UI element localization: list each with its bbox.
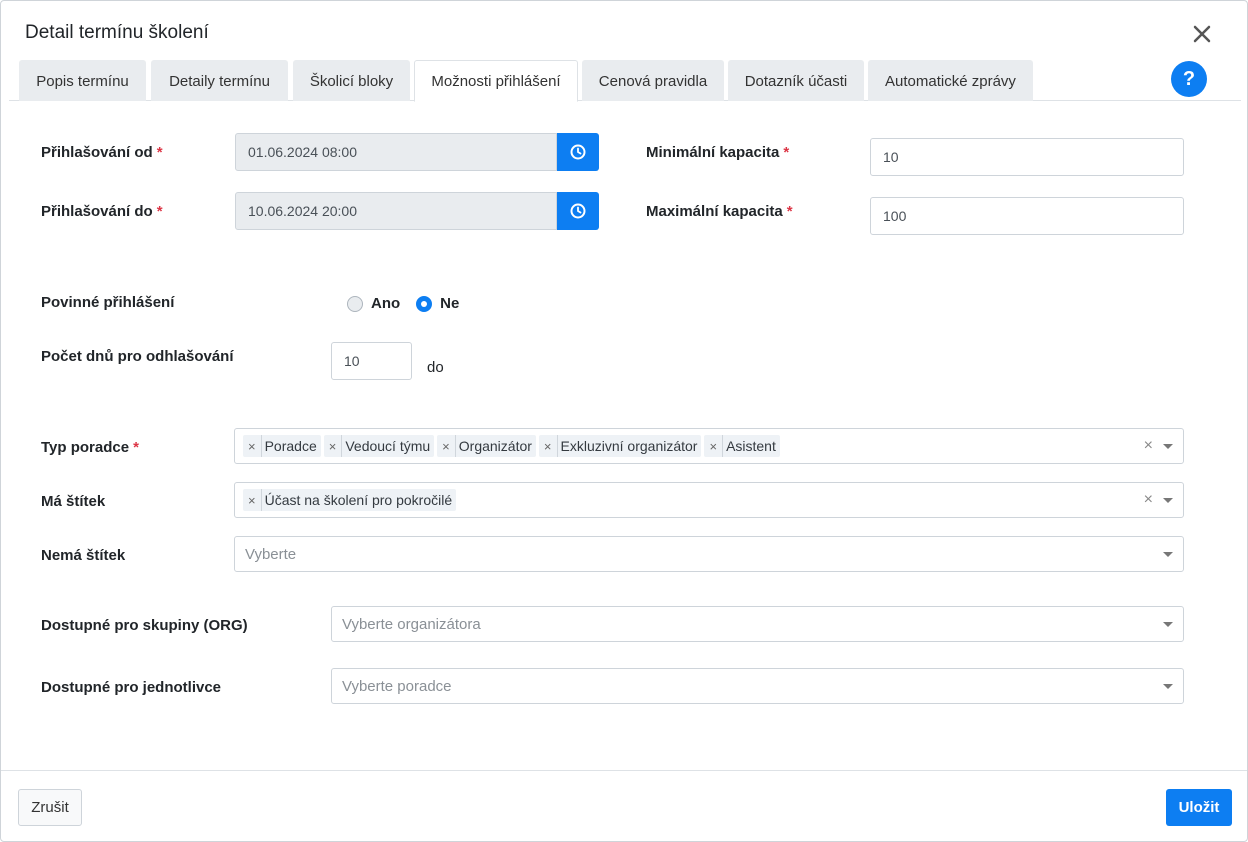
tag-chip: × Organizátor bbox=[437, 435, 536, 457]
required-mark: * bbox=[783, 144, 790, 161]
registration-from-label: Přihlašování od * bbox=[41, 144, 163, 161]
clock-icon bbox=[570, 203, 586, 219]
tag-label: Organizátor bbox=[458, 438, 532, 454]
unregister-days-label: Počet dnů pro odhlašování bbox=[41, 348, 234, 365]
has-tag-label: Má štítek bbox=[41, 493, 106, 510]
has-tag-select[interactable]: × Účast na školení pro pokročilé × bbox=[234, 482, 1184, 518]
tab-popis-terminu[interactable]: Popis termínu bbox=[19, 60, 146, 101]
individuals-select[interactable]: Vyberte poradce bbox=[331, 668, 1184, 704]
radio-ne-label: Ne bbox=[440, 295, 460, 312]
radio-ano[interactable] bbox=[347, 295, 363, 312]
tag-label: Vedoucí týmu bbox=[345, 438, 431, 454]
no-tag-label: Nemá štítek bbox=[41, 547, 126, 564]
advisor-type-label-text: Typ poradce bbox=[41, 439, 130, 456]
save-button[interactable]: Uložit bbox=[1166, 789, 1232, 826]
tab-dotaznik-ucasti[interactable]: Dotazník účasti bbox=[728, 60, 864, 101]
tag-chip: × Účast na školení pro pokročilé bbox=[243, 489, 457, 511]
mandatory-registration-radio-group: Ano Ne bbox=[347, 295, 475, 312]
tag-chip: × Exkluzivní organizátor bbox=[538, 435, 702, 457]
close-icon[interactable] bbox=[1188, 20, 1216, 48]
tag-remove-icon[interactable]: × bbox=[539, 435, 558, 457]
advisor-type-label: Typ poradce * bbox=[41, 439, 139, 456]
radio-ne[interactable] bbox=[416, 295, 433, 312]
clear-icon[interactable]: × bbox=[1144, 437, 1153, 455]
tag-remove-icon[interactable]: × bbox=[437, 435, 456, 457]
registration-to-clock-button[interactable] bbox=[557, 192, 599, 230]
tab-moznosti-prihlaseni[interactable]: Možnosti přihlášení bbox=[414, 60, 578, 102]
tab-cenova-pravidla[interactable]: Cenová pravidla bbox=[582, 60, 724, 101]
radio-option-ne[interactable]: Ne bbox=[416, 295, 459, 312]
min-capacity-input[interactable]: 10 bbox=[870, 138, 1184, 176]
unregister-days-input[interactable]: 10 bbox=[331, 342, 412, 380]
no-tag-placeholder: Vyberte bbox=[245, 545, 297, 563]
clear-icon[interactable]: × bbox=[1144, 491, 1153, 509]
no-tag-select[interactable]: Vyberte bbox=[234, 536, 1184, 572]
required-mark: * bbox=[786, 203, 793, 220]
registration-to-input[interactable]: 10.06.2024 20:00 bbox=[235, 192, 557, 230]
chevron-down-icon[interactable] bbox=[1163, 684, 1173, 689]
max-capacity-input[interactable]: 100 bbox=[870, 197, 1184, 235]
groups-label: Dostupné pro skupiny (ORG) bbox=[41, 617, 248, 634]
cancel-button[interactable]: Zrušit bbox=[18, 789, 82, 826]
unregister-days-suffix: do bbox=[427, 359, 444, 376]
tag-remove-icon[interactable]: × bbox=[324, 435, 343, 457]
min-capacity-label: Minimální kapacita * bbox=[646, 144, 789, 161]
advisor-type-select[interactable]: × Poradce × Vedoucí týmu × Organizátor × Exk… bbox=[234, 428, 1184, 464]
registration-from-clock-button[interactable] bbox=[557, 133, 599, 171]
chevron-down-icon[interactable] bbox=[1163, 552, 1173, 557]
registration-from-input[interactable]: 01.06.2024 08:00 bbox=[235, 133, 557, 171]
registration-to-label-text: Přihlašování do bbox=[41, 203, 153, 220]
tab-skolici-bloky[interactable]: Školicí bloky bbox=[293, 60, 410, 101]
chevron-down-icon[interactable] bbox=[1163, 444, 1173, 449]
tab-automaticke-zpravy[interactable]: Automatické zprávy bbox=[868, 60, 1033, 101]
radio-ano-label: Ano bbox=[371, 295, 401, 312]
tag-chip: × Vedoucí týmu bbox=[323, 435, 435, 457]
tag-remove-icon[interactable]: × bbox=[243, 489, 262, 511]
required-mark: * bbox=[133, 439, 139, 456]
tag-label: Poradce bbox=[264, 438, 317, 454]
tag-label: Exkluzivní organizátor bbox=[560, 438, 698, 454]
min-capacity-label-text: Minimální kapacita bbox=[646, 144, 780, 161]
tab-detaily-terminu[interactable]: Detaily termínu bbox=[151, 60, 288, 101]
modal-dialog: Detail termínu školení ? Popis termínu D… bbox=[0, 0, 1248, 842]
registration-from-label-text: Přihlašování od bbox=[41, 144, 153, 161]
modal-title: Detail termínu školení bbox=[25, 22, 209, 43]
chevron-down-icon[interactable] bbox=[1163, 498, 1173, 503]
chevron-down-icon[interactable] bbox=[1163, 622, 1173, 627]
registration-to-label: Přihlašování do * bbox=[41, 203, 163, 220]
individuals-placeholder: Vyberte poradce bbox=[342, 677, 452, 695]
radio-option-ano[interactable]: Ano bbox=[347, 295, 400, 312]
required-mark: * bbox=[156, 144, 163, 161]
max-capacity-label: Maximální kapacita * bbox=[646, 203, 793, 220]
footer-divider bbox=[1, 770, 1247, 771]
tag-label: Účast na školení pro pokročilé bbox=[264, 492, 453, 508]
groups-select[interactable]: Vyberte organizátora bbox=[331, 606, 1184, 642]
mandatory-registration-label: Povinné přihlášení bbox=[41, 294, 175, 311]
clock-icon bbox=[570, 144, 586, 160]
tag-label: Asistent bbox=[726, 438, 776, 454]
individuals-label: Dostupné pro jednotlivce bbox=[41, 679, 222, 696]
max-capacity-label-text: Maximální kapacita bbox=[646, 203, 783, 220]
tag-chip: × Poradce bbox=[243, 435, 321, 457]
required-mark: * bbox=[156, 203, 163, 220]
tag-chip: × Asistent bbox=[704, 435, 780, 457]
tab-bar: Popis termínu Detaily termínu Školicí bl… bbox=[9, 60, 1241, 102]
tag-remove-icon[interactable]: × bbox=[243, 435, 262, 457]
tag-remove-icon[interactable]: × bbox=[704, 435, 724, 457]
groups-placeholder: Vyberte organizátora bbox=[342, 615, 481, 633]
